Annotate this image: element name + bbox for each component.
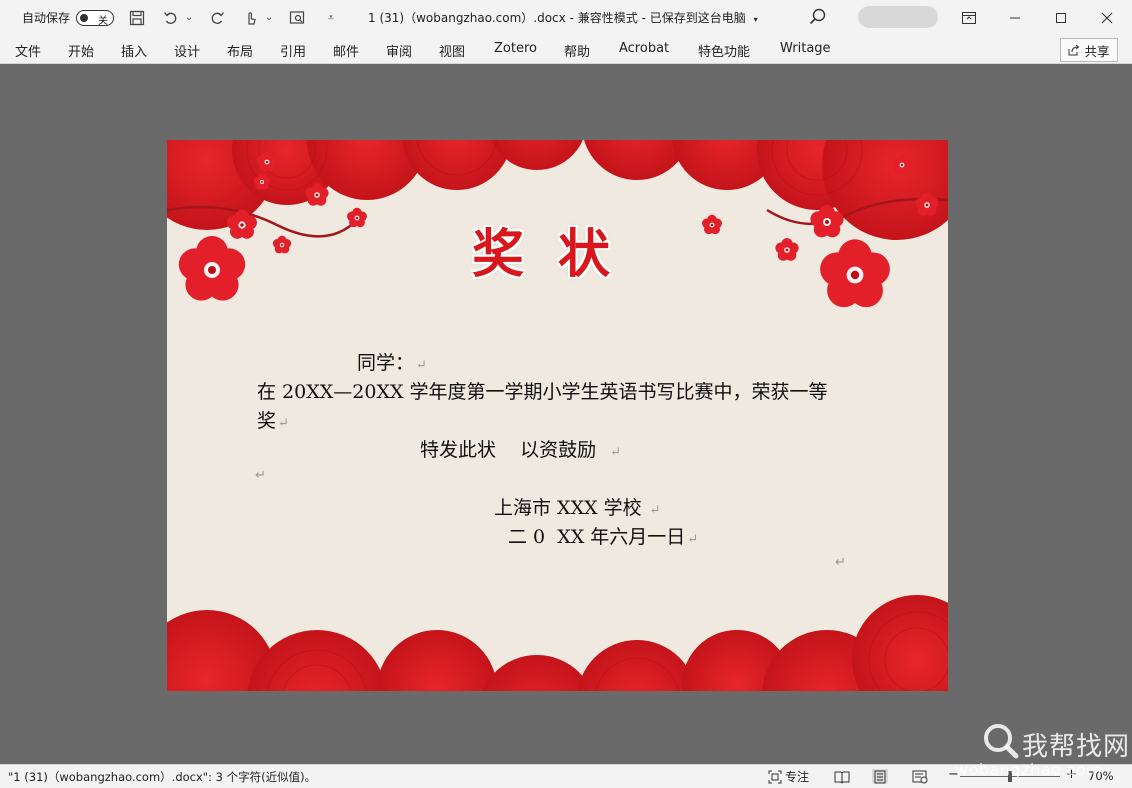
- status-bar: "1 (31)（wobangzhao.com）.docx": 3 个字符(近似值…: [0, 764, 1132, 788]
- save-icon[interactable]: [126, 7, 148, 29]
- read-mode-icon[interactable]: [834, 769, 850, 784]
- tab-features[interactable]: 特色功能: [698, 41, 750, 60]
- date-line: 二 0 XX 年六月一日 ↵: [508, 522, 698, 549]
- word-count-status[interactable]: "1 (31)（wobangzhao.com）.docx": 3 个字符(近似值…: [8, 769, 316, 785]
- tab-mailings[interactable]: 邮件: [333, 41, 359, 60]
- ribbon-display-icon[interactable]: [946, 0, 992, 35]
- school-line: 上海市 XXX 学校 ↵: [494, 493, 661, 520]
- toggle-knob: [80, 13, 89, 22]
- close-icon[interactable]: [1084, 0, 1130, 35]
- focus-mode-button[interactable]: 专注: [768, 768, 809, 785]
- paragraph-mark: ↵: [278, 416, 289, 431]
- print-layout-icon[interactable]: [872, 769, 888, 784]
- award-text-continuation: 奖 ↵: [257, 406, 289, 433]
- award-date: 二 0 XX 年六月一日: [508, 526, 686, 548]
- autosave-state: 关: [98, 15, 109, 27]
- recipient-line: 同学： ↵: [357, 348, 427, 375]
- tab-acrobat[interactable]: Acrobat: [619, 41, 669, 56]
- tab-references[interactable]: 引用: [280, 41, 306, 60]
- tab-home[interactable]: 开始: [68, 41, 94, 60]
- paragraph-mark: ↵: [649, 503, 661, 518]
- zoom-slider-thumb[interactable]: [1008, 771, 1012, 782]
- tab-layout[interactable]: 布局: [227, 41, 253, 60]
- recipient-label: 同学：: [357, 352, 415, 374]
- touch-dropdown-icon[interactable]: ⌄: [264, 7, 274, 29]
- tab-file[interactable]: 文件: [15, 41, 41, 60]
- focus-label: 专注: [785, 770, 810, 784]
- award-level: 奖: [257, 410, 277, 432]
- paragraph-mark: ↵: [416, 358, 427, 373]
- tab-insert[interactable]: 插入: [121, 41, 147, 60]
- tab-review[interactable]: 审阅: [386, 41, 412, 60]
- search-icon[interactable]: [808, 7, 828, 27]
- tab-design[interactable]: 设计: [174, 41, 200, 60]
- separator: -: [569, 11, 578, 25]
- focus-icon: [768, 770, 782, 783]
- award-text-line: 在 20XX—20XX 学年度第一学期小学生英语书写比赛中，荣获一等: [257, 381, 828, 403]
- maximize-icon[interactable]: [1038, 0, 1084, 35]
- undo-dropdown-icon[interactable]: ⌄: [184, 7, 194, 29]
- print-preview-icon[interactable]: [286, 7, 308, 29]
- zoom-level[interactable]: 70%: [1088, 769, 1114, 783]
- share-button[interactable]: 共享: [1060, 38, 1118, 62]
- school-name: 上海市 XXX 学校: [494, 497, 642, 519]
- tab-zotero[interactable]: Zotero: [494, 41, 537, 56]
- zoom-out-button[interactable]: −: [948, 767, 959, 782]
- commendation-text: 特发此状 以资鼓励: [420, 439, 597, 461]
- autosave-toggle[interactable]: 关: [76, 9, 115, 27]
- document-page[interactable]: 奖状 同学： ↵ 在 20XX—20XX 学年度第一学期小学生英语书写比赛中，荣获…: [167, 140, 948, 691]
- compat-mode: 兼容性模式: [577, 11, 638, 25]
- autosave-label: 自动保存: [22, 11, 71, 25]
- doc-name: 1 (31)（wobangzhao.com）.docx: [368, 11, 566, 25]
- tab-help[interactable]: 帮助: [564, 41, 590, 60]
- tab-writage[interactable]: Writage: [780, 41, 831, 56]
- share-label: 共享: [1084, 43, 1110, 59]
- watermark-text: 我帮找网: [1022, 732, 1131, 762]
- certificate-title: 奖状: [472, 224, 645, 285]
- chevron-down-icon: ▾: [753, 15, 758, 24]
- commendation-line: 特发此状 以资鼓励 ↵: [420, 435, 621, 462]
- separator: -: [641, 11, 650, 25]
- account-avatar[interactable]: [858, 6, 938, 28]
- minimize-icon[interactable]: [992, 0, 1038, 35]
- customize-icon[interactable]: ⩡: [320, 7, 342, 29]
- tab-view[interactable]: 视图: [439, 41, 465, 60]
- title-bar: 自动保存 关 ⌄ ⌄ ⩡ 1 (31)（wobangzhao.com）.docx…: [0, 0, 1132, 35]
- web-layout-icon[interactable]: [912, 769, 928, 784]
- redo-icon[interactable]: [206, 7, 228, 29]
- paragraph-mark: ↵: [610, 445, 622, 460]
- paragraph-mark: ↵: [687, 532, 699, 547]
- ribbon-tabs: 文件 开始 插入 设计 布局 引用 邮件 审阅 视图 Zotero 帮助 Acr…: [0, 35, 1132, 64]
- zoom-in-button[interactable]: +: [1066, 767, 1077, 782]
- undo-icon[interactable]: [160, 7, 182, 29]
- save-status: 已保存到这台电脑: [649, 11, 746, 25]
- paragraph-mark: ↵: [255, 468, 266, 483]
- document-title[interactable]: 1 (31)（wobangzhao.com）.docx - 兼容性模式 - 已保…: [368, 9, 758, 26]
- touch-mode-icon[interactable]: [240, 7, 262, 29]
- paragraph-mark: ↵: [835, 555, 846, 570]
- share-icon: [1068, 44, 1080, 56]
